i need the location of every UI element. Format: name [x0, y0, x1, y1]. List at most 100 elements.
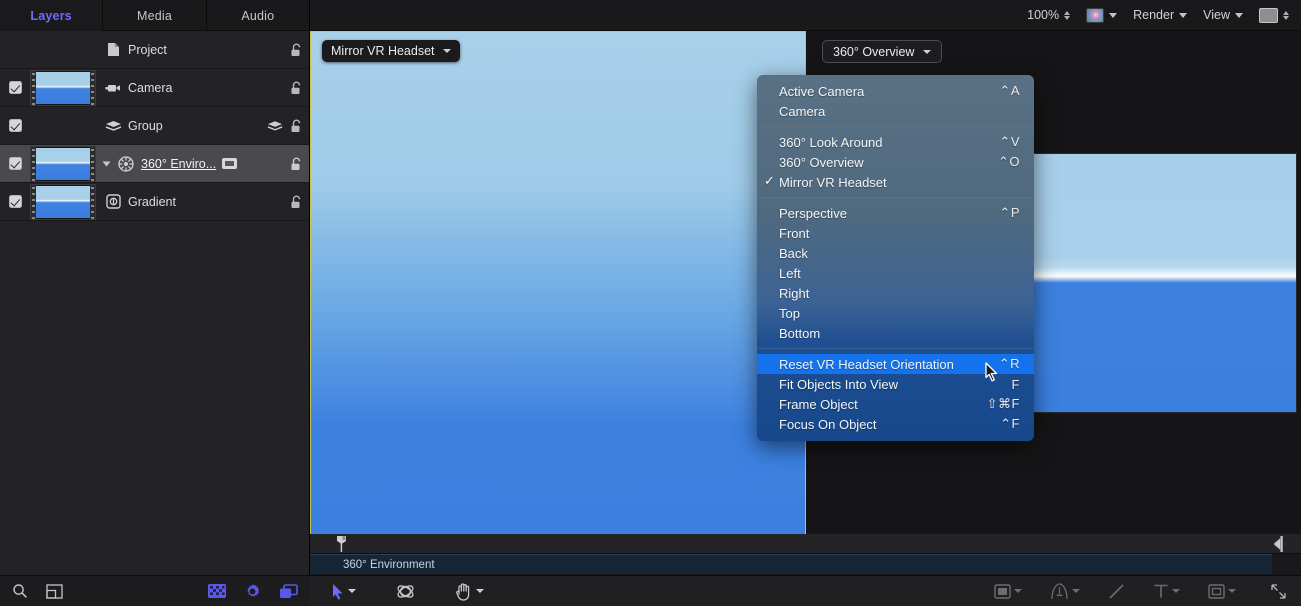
menu-item-back[interactable]: Back	[757, 243, 1034, 263]
layer-row-project[interactable]: Project	[0, 31, 309, 69]
mask-tool[interactable]	[1200, 578, 1244, 604]
checkerboard-icon[interactable]	[208, 584, 226, 598]
menu-item-mirror-vr-headset[interactable]: ✓ Mirror VR Headset	[757, 172, 1034, 192]
layers-stack-icon[interactable]	[279, 583, 298, 599]
layer-name-gradient: Gradient	[104, 193, 282, 211]
lock-icon[interactable]	[290, 119, 303, 133]
menu-item-shortcut: ⌃P	[999, 205, 1020, 220]
viewport-left-camera-popup[interactable]: Mirror VR Headset	[322, 40, 460, 62]
color-profile-control[interactable]	[1086, 7, 1118, 23]
filmstrip-left	[31, 146, 36, 181]
layer-thumbnail	[30, 183, 96, 220]
timeline-track-360-environment[interactable]: 360° Environment	[310, 554, 1272, 574]
render-settings-icon[interactable]	[244, 583, 261, 600]
layer-row-group[interactable]: Group	[0, 107, 309, 145]
line-tool[interactable]	[1100, 578, 1133, 604]
camera-view-dropdown-menu[interactable]: Active Camera ⌃A Camera 360° Look Around…	[757, 75, 1034, 441]
layer-row-360-environment[interactable]: 360° Enviro...	[0, 145, 309, 183]
filmstrip-right	[90, 70, 95, 105]
chevron-down-icon[interactable]	[1172, 589, 1180, 593]
text-tool[interactable]	[1145, 578, 1188, 604]
layer-enable-checkbox[interactable]	[8, 157, 22, 170]
layer-enable-checkbox[interactable]	[8, 119, 22, 132]
viewport-right-camera-popup[interactable]: 360° Overview	[822, 40, 943, 63]
lock-icon[interactable]	[290, 195, 303, 209]
tab-layers[interactable]: Layers	[0, 0, 104, 31]
search-icon[interactable]	[12, 583, 28, 599]
zoom-stepper-icon[interactable]	[1064, 10, 1071, 20]
lock-icon[interactable]	[290, 43, 303, 57]
lock-icon[interactable]	[290, 81, 303, 95]
chevron-down-icon[interactable]	[1072, 589, 1080, 593]
menu-item-360-look-around[interactable]: 360° Look Around ⌃V	[757, 132, 1034, 152]
menu-item-shortcut: ⌃F	[1000, 416, 1020, 431]
chevron-down-icon[interactable]	[1014, 589, 1022, 593]
zoom-level-control[interactable]: 100%	[1027, 8, 1071, 22]
playhead-marker[interactable]	[336, 536, 347, 552]
document-icon	[104, 41, 122, 59]
resize-grip-icon[interactable]	[1270, 583, 1287, 600]
menu-item-top[interactable]: Top	[757, 303, 1034, 323]
layer-enable-checkbox[interactable]	[8, 81, 22, 94]
end-of-project-marker[interactable]	[1272, 536, 1284, 552]
layer-label: Camera	[128, 80, 173, 95]
menu-item-label: Frame Object	[779, 396, 858, 412]
menu-item-label: Fit Objects Into View	[779, 376, 898, 392]
row-controls-360-environment	[282, 157, 303, 171]
layer-label[interactable]: 360° Enviro...	[141, 157, 216, 171]
select-arrow-tool[interactable]	[324, 578, 364, 604]
tab-audio[interactable]: Audio	[207, 0, 309, 31]
tab-media[interactable]: Media	[103, 0, 207, 31]
menu-item-front[interactable]: Front	[757, 223, 1034, 243]
canvas-bottom-toolbar	[310, 575, 1301, 606]
menu-item-active-camera[interactable]: Active Camera ⌃A	[757, 81, 1034, 101]
environment-icon	[117, 155, 135, 173]
camera-icon	[104, 79, 122, 97]
layer-row-camera[interactable]: Camera	[0, 69, 309, 107]
timeline-ruler[interactable]	[310, 534, 1301, 554]
pan-hand-tool[interactable]	[447, 578, 492, 604]
layer-name-project: Project	[104, 41, 282, 59]
viewport-left-mirror-vr-headset[interactable]	[310, 31, 806, 541]
render-menu[interactable]: Render	[1133, 8, 1188, 22]
view-menu[interactable]: View	[1203, 8, 1243, 22]
view-layout-control[interactable]	[1259, 7, 1289, 23]
panel-tabbar: Layers Media Audio	[0, 0, 309, 31]
menu-item-left[interactable]: Left	[757, 263, 1034, 283]
chevron-down-icon[interactable]	[348, 589, 356, 593]
disclosure-triangle-icon[interactable]	[102, 161, 111, 166]
viewport-right-label: 360° Overview	[833, 44, 915, 59]
gradient-icon	[104, 193, 122, 211]
toolbar-spacer-2	[425, 578, 445, 604]
menu-group-360-views: 360° Look Around ⌃V 360° Overview ⌃O ✓ M…	[757, 131, 1034, 193]
menu-item-right[interactable]: Right	[757, 283, 1034, 303]
group-stack-icon[interactable]	[267, 119, 283, 132]
timeline-strip: 360° Environment	[310, 534, 1301, 575]
menu-separator	[757, 197, 1034, 198]
lock-icon[interactable]	[290, 157, 303, 171]
chevron-down-icon[interactable]	[476, 589, 484, 593]
chevron-down-icon	[1109, 12, 1118, 18]
menu-item-bottom[interactable]: Bottom	[757, 323, 1034, 343]
menu-item-focus-on-object[interactable]: Focus On Object ⌃F	[757, 414, 1034, 434]
rectangle-shape-tool[interactable]	[986, 578, 1030, 604]
timeline-track-row: 360° Environment	[310, 554, 1301, 574]
menu-item-camera[interactable]: Camera	[757, 101, 1034, 121]
color-profile-icon	[1086, 7, 1105, 23]
bezier-pen-tool[interactable]	[1042, 578, 1088, 604]
3d-orbit-tool[interactable]	[388, 578, 423, 604]
layer-enable-checkbox[interactable]	[8, 195, 22, 208]
view-layout-stepper-icon[interactable]	[1283, 10, 1289, 20]
menu-item-label: Mirror VR Headset	[779, 174, 887, 190]
menu-item-perspective[interactable]: Perspective ⌃P	[757, 203, 1034, 223]
menu-item-label: Right	[779, 285, 810, 301]
menu-item-360-overview[interactable]: 360° Overview ⌃O	[757, 152, 1034, 172]
menu-item-frame-object[interactable]: Frame Object ⇧⌘F	[757, 394, 1034, 414]
chevron-down-icon[interactable]	[1228, 589, 1236, 593]
menu-item-label: Back	[779, 245, 808, 261]
layer-row-gradient[interactable]: Gradient	[0, 183, 309, 221]
layer-name-camera: Camera	[104, 79, 282, 97]
new-group-icon[interactable]	[46, 583, 63, 599]
filmstrip-right	[90, 146, 95, 181]
menu-item-label: Front	[779, 225, 810, 241]
